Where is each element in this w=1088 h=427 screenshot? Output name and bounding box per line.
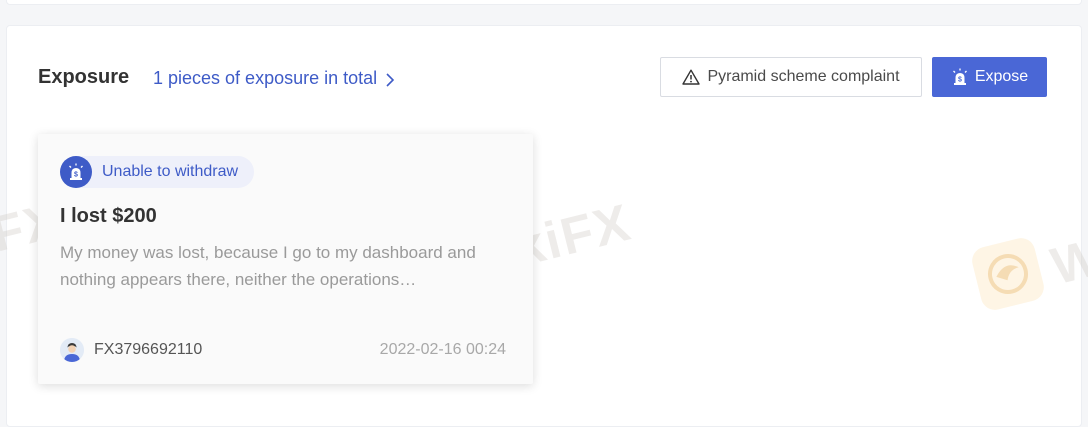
alarm-siren-icon: $	[951, 68, 969, 86]
expose-button[interactable]: $ Expose	[932, 57, 1047, 97]
exposure-count-link[interactable]: 1 pieces of exposure in total	[153, 66, 396, 90]
top-section-edge	[6, 0, 1082, 5]
svg-text:$: $	[74, 172, 78, 179]
svg-text:$: $	[958, 77, 962, 84]
author-username: FX3796692110	[94, 341, 203, 358]
section-title: Exposure	[38, 66, 130, 88]
pyramid-complaint-button[interactable]: Pyramid scheme complaint	[660, 57, 922, 97]
user-avatar-icon	[60, 338, 84, 362]
alarm-siren-icon: $	[60, 156, 92, 188]
exposure-title: I lost $200	[60, 205, 157, 227]
exposure-count-label: 1 pieces of exposure in total	[153, 68, 378, 88]
exposure-timestamp: 2022-02-16 00:24	[379, 341, 506, 358]
category-tag-label: Unable to withdraw	[102, 163, 239, 180]
eagle-logo-icon	[988, 254, 1028, 294]
pyramid-complaint-label: Pyramid scheme complaint	[707, 68, 900, 85]
chevron-right-icon	[384, 70, 396, 87]
warning-triangle-icon	[682, 69, 701, 85]
exposure-card[interactable]: $ Unable to withdraw I lost $200 My mone…	[38, 134, 533, 384]
expose-label: Expose	[974, 68, 1029, 85]
category-tag: $ Unable to withdraw	[60, 156, 254, 188]
exposure-description: My money was lost, because I go to my da…	[60, 243, 476, 289]
